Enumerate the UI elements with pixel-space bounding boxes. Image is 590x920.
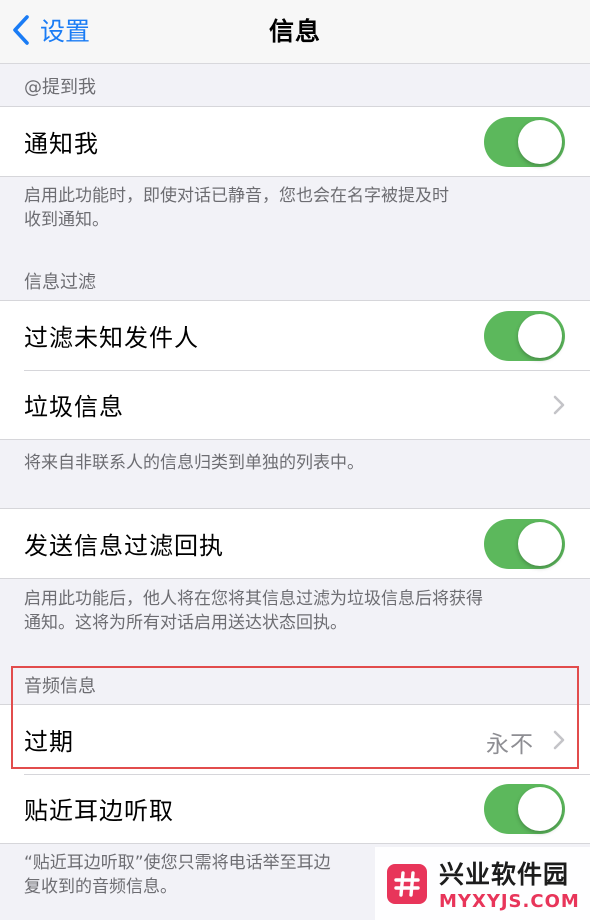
row-notify-me: 通知我 (0, 107, 590, 176)
row-filter-unknown: 过滤未知发件人 (0, 301, 590, 370)
row-junk[interactable]: 垃圾信息 (0, 370, 590, 439)
expire-label: 过期 (24, 728, 74, 756)
receipt-footer: 启用此功能后，他人将在您将其信息过滤为垃圾信息后将获得 通知。这将为所有对话启用… (24, 587, 554, 635)
junk-label: 垃圾信息 (24, 393, 124, 421)
row-filter-receipt: 发送信息过滤回执 (0, 509, 590, 578)
group-mention: 通知我 (0, 106, 590, 177)
navigation-bar: 设置 信息 (0, 0, 590, 64)
group-receipt: 发送信息过滤回执 (0, 508, 590, 579)
section-header-mention: @提到我 (24, 77, 96, 98)
group-filter: 过滤未知发件人 垃圾信息 (0, 300, 590, 440)
notify-me-toggle[interactable] (484, 116, 565, 167)
raise-to-listen-label: 贴近耳边听取 (24, 797, 174, 825)
watermark: 兴业软件园 MYXYJS.COM (375, 847, 590, 920)
filter-receipt-label: 发送信息过滤回执 (24, 532, 224, 560)
receipt-footer-line2: 通知。这将为所有对话启用送达状态回执。 (24, 613, 347, 633)
hash-logo-icon (387, 863, 427, 904)
toggle-knob (518, 786, 562, 831)
mention-footer-line1: 启用此功能时，即使对话已静音，您也会在名字被提及时 (24, 186, 449, 206)
toggle-knob (518, 521, 562, 566)
toggle-knob (518, 313, 562, 358)
row-expire[interactable]: 过期 永不 (0, 705, 590, 774)
group-audio: 过期 永不 贴近耳边听取 (0, 704, 590, 844)
chevron-right-icon (553, 395, 565, 414)
toggle-knob (518, 119, 562, 164)
mention-footer: 启用此功能时，即使对话已静音，您也会在名字被提及时 收到通知。 (24, 184, 554, 232)
section-header-filter: 信息过滤 (24, 272, 96, 293)
watermark-en: MYXYJS.COM (439, 891, 580, 912)
receipt-footer-line1: 启用此功能后，他人将在您将其信息过滤为垃圾信息后将获得 (24, 589, 483, 609)
notify-me-label: 通知我 (24, 130, 99, 158)
expire-value: 永不 (486, 731, 534, 758)
raise-to-listen-toggle[interactable] (484, 783, 565, 834)
section-header-audio: 音频信息 (24, 676, 96, 697)
filter-receipt-toggle[interactable] (484, 518, 565, 569)
page-title: 信息 (268, 17, 321, 46)
filter-unknown-label: 过滤未知发件人 (24, 324, 199, 352)
filter-footer: 将来自非联系人的信息归类到单独的列表中。 (24, 453, 364, 473)
watermark-text: 兴业软件园 MYXYJS.COM (439, 855, 580, 912)
row-raise-to-listen: 贴近耳边听取 (0, 774, 590, 843)
watermark-cn: 兴业软件园 (439, 860, 570, 889)
mention-footer-line2: 收到通知。 (24, 210, 109, 230)
filter-unknown-toggle[interactable] (484, 310, 565, 361)
chevron-right-icon (553, 730, 565, 749)
